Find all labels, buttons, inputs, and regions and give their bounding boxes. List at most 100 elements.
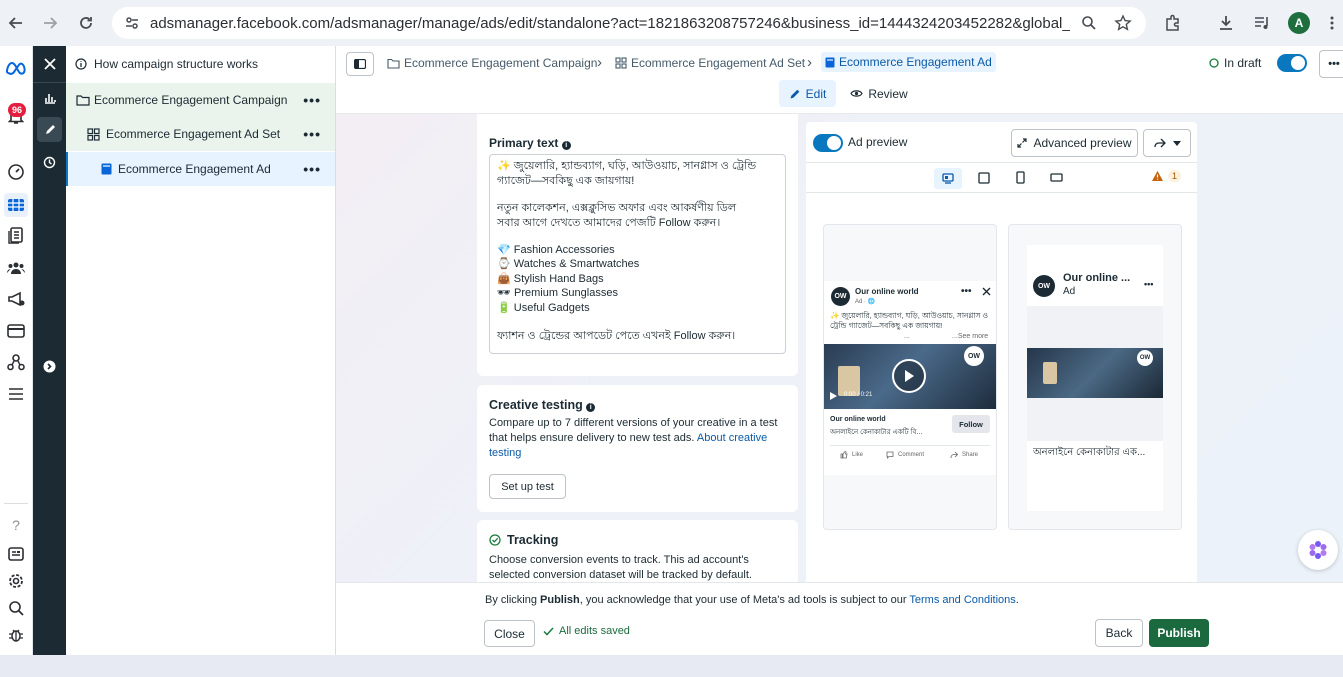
feed-ellipsis: ...	[904, 333, 910, 340]
placement-vertical-icon[interactable]	[1016, 171, 1025, 184]
like-thumb-icon	[840, 451, 848, 459]
primary-text-area[interactable]: ✨ জুয়েলারি, হ্যান্ডব্যাগ, ঘড়ি, আউওয়াচ…	[489, 154, 786, 354]
share-preview-button[interactable]	[1143, 129, 1191, 157]
campaign-megaphone-icon[interactable]	[4, 287, 28, 311]
meta-logo-icon[interactable]	[4, 56, 28, 80]
feed-more-icon[interactable]: •••	[961, 286, 972, 297]
expand-panel-icon[interactable]	[37, 354, 62, 379]
editor-tool-strip	[33, 46, 66, 655]
history-clock-icon[interactable]	[37, 150, 62, 175]
feed-video-thumbnail[interactable]: OW 0:00 / 0:21	[824, 344, 996, 409]
forward-arrow-icon[interactable]	[38, 11, 62, 35]
more-options-button[interactable]: •••	[1319, 50, 1343, 78]
folder-icon	[387, 58, 400, 69]
notice-text: , you acknowledge that your use of Meta'…	[579, 594, 910, 606]
follow-button[interactable]: Follow	[952, 415, 990, 433]
page-avatar-icon: OW	[1033, 275, 1055, 297]
story-video-thumbnail[interactable]: OW	[1027, 348, 1163, 398]
download-icon[interactable]	[1214, 11, 1238, 35]
feed-primary-text: ✨ জুয়েলারি, হ্যান্ডব্যাগ, ঘড়ি, আউওয়াচ…	[830, 311, 989, 330]
text-line: 💎 Fashion Accessories	[497, 244, 615, 256]
zoom-icon[interactable]	[1081, 15, 1097, 31]
adset-more-icon[interactable]: •••	[303, 126, 321, 142]
placement-square-icon[interactable]	[978, 172, 990, 184]
ads-manager-table-icon[interactable]	[4, 193, 28, 217]
campaign-structure-help-link[interactable]: How campaign structure works	[66, 47, 335, 81]
ad-status-toggle[interactable]	[1277, 54, 1307, 72]
toggle-panel-button[interactable]	[346, 52, 374, 76]
audiences-icon[interactable]	[4, 256, 28, 280]
adset-grid-icon	[87, 127, 100, 141]
address-bar[interactable]: adsmanager.facebook.com/adsmanager/manag…	[112, 7, 1146, 39]
video-play-small-icon[interactable]	[830, 392, 837, 400]
placement-horizontal-icon[interactable]	[1050, 173, 1063, 182]
placement-feed-icon[interactable]	[934, 168, 962, 189]
breadcrumb-campaign[interactable]: Ecommerce Engagement Campaign	[387, 56, 597, 70]
ad-more-icon[interactable]: •••	[303, 161, 321, 177]
dashboard-gauge-icon[interactable]	[4, 160, 28, 184]
strip-divider	[33, 82, 66, 83]
advanced-preview-button[interactable]: Advanced preview	[1011, 129, 1138, 157]
bookmark-star-icon[interactable]	[1114, 14, 1132, 32]
tree-item-adset[interactable]: Ecommerce Engagement Ad Set •••	[66, 117, 335, 151]
campaign-tree-panel: How campaign structure works Ecommerce E…	[66, 46, 336, 655]
terms-link[interactable]: Terms and Conditions	[909, 594, 1015, 606]
ai-assistant-icon[interactable]	[1298, 530, 1338, 570]
tree-item-ad[interactable]: Ecommerce Engagement Ad •••	[66, 152, 335, 186]
play-icon[interactable]	[892, 359, 926, 393]
profile-avatar[interactable]: A	[1288, 12, 1310, 34]
tab-edit-label: Edit	[805, 86, 827, 101]
browser-menu-icon[interactable]	[1320, 11, 1343, 35]
comment-action[interactable]: Comment	[886, 451, 924, 459]
story-more-icon[interactable]: •••	[1144, 279, 1153, 289]
ad-page-icon	[825, 57, 835, 68]
back-arrow-icon[interactable]	[4, 11, 28, 35]
notice-publish-word: Publish	[540, 594, 580, 606]
back-button[interactable]: Back	[1095, 619, 1143, 647]
text-line	[497, 231, 778, 243]
feed-close-icon[interactable]	[982, 287, 991, 296]
info-icon[interactable]: i	[586, 403, 596, 412]
share-label: Share	[962, 452, 979, 458]
settings-gear-icon[interactable]	[4, 569, 28, 593]
site-settings-icon[interactable]	[124, 15, 140, 31]
share-action[interactable]: Share	[950, 451, 978, 459]
notice-text: By clicking	[485, 594, 541, 606]
billing-card-icon[interactable]	[4, 319, 28, 343]
publish-button[interactable]: Publish	[1149, 619, 1209, 647]
creative-testing-card: Creative testing i Compare up to 7 diffe…	[477, 385, 798, 512]
help-question-icon[interactable]: ?	[4, 513, 28, 537]
extensions-icon[interactable]	[1161, 11, 1185, 35]
feed-see-more[interactable]: ...See more	[952, 333, 988, 340]
news-icon[interactable]	[4, 542, 28, 566]
creative-testing-title: Creative testing	[489, 398, 583, 412]
campaign-more-icon[interactable]: •••	[303, 92, 321, 108]
ad-preview-toggle[interactable]	[813, 134, 843, 152]
search-icon[interactable]	[4, 596, 28, 620]
close-editor-icon[interactable]	[37, 51, 62, 76]
media-control-icon[interactable]	[1250, 11, 1274, 35]
notification-count-badge: 96	[8, 103, 26, 117]
tree-item-campaign[interactable]: Ecommerce Engagement Campaign •••	[66, 83, 335, 117]
preview-warnings[interactable]: 1	[1151, 170, 1182, 182]
info-icon[interactable]: i	[561, 141, 571, 150]
story-media-area: OW	[1027, 306, 1163, 441]
edit-pencil-icon	[789, 88, 801, 100]
charts-icon[interactable]	[37, 85, 62, 110]
breadcrumb-separator: ›	[597, 54, 602, 71]
tab-review[interactable]: Review	[849, 80, 909, 107]
breadcrumb-ad[interactable]: Ecommerce Engagement Ad	[821, 52, 996, 72]
business-network-icon[interactable]	[4, 350, 28, 374]
edit-pencil-icon[interactable]	[37, 117, 62, 142]
set-up-test-button[interactable]: Set up test	[489, 474, 566, 499]
all-tools-menu-icon[interactable]	[4, 382, 28, 406]
pages-icon[interactable]	[4, 224, 28, 248]
close-button[interactable]: Close	[484, 620, 535, 647]
breadcrumb-adset-label: Ecommerce Engagement Ad Set	[631, 56, 806, 70]
reload-icon[interactable]	[74, 11, 98, 35]
tab-edit[interactable]: Edit	[779, 80, 836, 107]
like-action[interactable]: Like	[840, 451, 863, 459]
breadcrumb-adset[interactable]: Ecommerce Engagement Ad Set	[615, 56, 805, 70]
report-bug-icon[interactable]	[4, 623, 28, 647]
share-arrow-icon	[950, 451, 958, 459]
